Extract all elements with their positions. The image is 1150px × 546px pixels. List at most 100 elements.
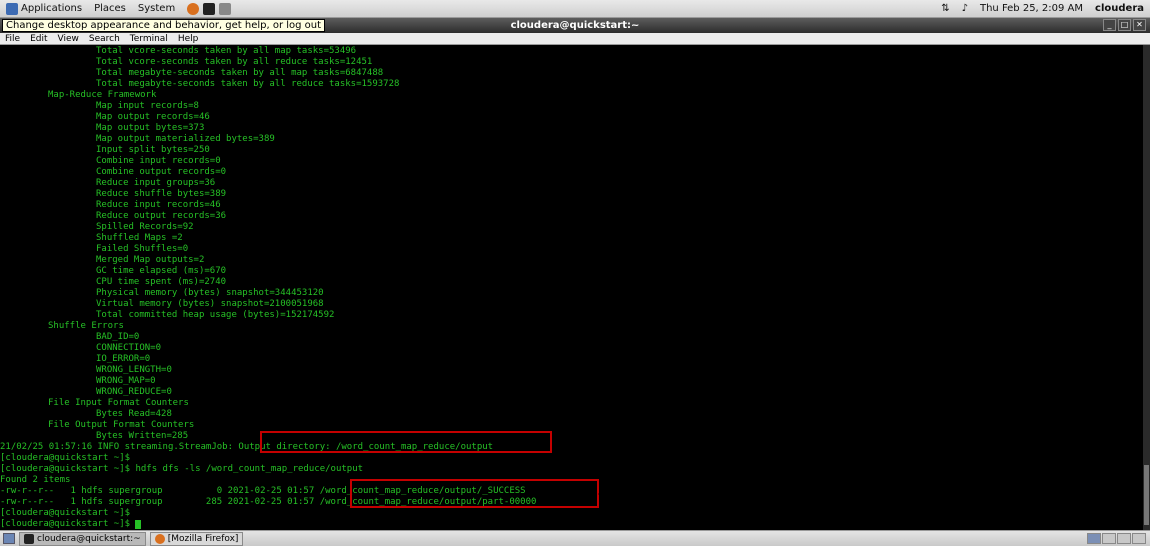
output-files-highlight [350,479,599,508]
output-file-annotation: Output text written into part-00000 file… [598,486,1091,502]
output-directory-annotation-text: Output directory created in HDFS [604,432,847,448]
terminal-line: Reduce input groups=36 [0,178,1143,189]
terminal-line: Shuffled Maps =2 [0,233,1143,244]
mail-launcher-icon[interactable] [219,2,232,15]
terminal-line: WRONG_MAP=0 [0,376,1143,387]
workspace-2[interactable] [1102,533,1116,544]
places-menu-label: Places [94,3,126,14]
window-title-bar[interactable]: cloudera@quickstart:~ Change desktop app… [0,18,1150,33]
terminal-line-text: CONNECTION=0 [96,343,162,353]
system-menu-label: System [137,3,176,14]
menu-search[interactable]: Search [84,33,125,44]
terminal-line-text: Reduce shuffle bytes=389 [96,189,227,199]
terminal-line-text: Input split bytes=250 [96,145,210,155]
show-desktop-icon[interactable] [3,533,15,544]
applications-menu[interactable]: Applications [0,2,88,15]
workspace-3[interactable] [1117,533,1131,544]
terminal-line-text: Shuffled Maps =2 [96,233,183,243]
terminal-line: CONNECTION=0 [0,343,1143,354]
terminal-line-text: Total committed heap usage (bytes)=15217… [96,310,335,320]
terminal-line: Total vcore-seconds taken by all map tas… [0,46,1143,57]
terminal-line: Failed Shuffles=0 [0,244,1143,255]
menu-terminal[interactable]: Terminal [125,33,173,44]
terminal-line: [cloudera@quickstart ~]$ [0,508,1143,519]
system-menu[interactable]: System [132,3,181,14]
terminal-line-text: Map input records=8 [96,101,199,111]
clock[interactable]: Thu Feb 25, 2:09 AM [974,3,1089,14]
terminal-line: File Input Format Counters [0,398,1143,409]
taskbar-firefox[interactable]: [Mozilla Firefox] [149,531,244,546]
terminal-line-text: Combine output records=0 [96,167,227,177]
terminal-line: [cloudera@quickstart ~]$ [0,453,1143,464]
terminal-line-text: Total vcore-seconds taken by all reduce … [96,57,373,67]
menu-view[interactable]: View [53,33,84,44]
workspace-1[interactable] [1087,533,1101,544]
terminal-line: Virtual memory (bytes) snapshot=21000519… [0,299,1143,310]
terminal-line: [cloudera@quickstart ~]$ [0,519,1143,530]
terminal-launcher-icon[interactable] [203,2,216,15]
terminal-line: BAD_ID=0 [0,332,1143,343]
terminal-line-text: GC time elapsed (ms)=670 [96,266,227,276]
close-button[interactable]: ✕ [1133,19,1146,31]
terminal-line: Input split bytes=250 [0,145,1143,156]
terminal-line-text: File Input Format Counters [48,398,189,408]
taskbar-firefox-label: [Mozilla Firefox] [167,533,239,544]
user-menu[interactable]: cloudera [1089,3,1150,14]
minimize-button[interactable]: _ [1103,19,1116,31]
terminal-output[interactable]: Total vcore-seconds taken by all map tas… [0,45,1143,530]
terminal-line: WRONG_LENGTH=0 [0,365,1143,376]
terminal-line: File Output Format Counters [0,420,1143,431]
menu-help[interactable]: Help [173,33,204,44]
bottom-panel: cloudera@quickstart:~ [Mozilla Firefox] [0,530,1150,546]
terminal-menu-bar: File Edit View Search Terminal Help [0,33,1150,45]
terminal-line: Reduce shuffle bytes=389 [0,189,1143,200]
maximize-button[interactable]: □ [1118,19,1131,31]
workspace-switcher[interactable] [1087,533,1146,544]
terminal-line-text: File Output Format Counters [48,420,195,430]
applications-menu-label: Applications [21,3,83,14]
taskbar-terminal[interactable]: cloudera@quickstart:~ [19,531,146,546]
terminal-line-text: Reduce input records=46 [96,200,221,210]
terminal-line: Map-Reduce Framework [0,90,1143,101]
gnome-foot-icon [6,2,18,15]
network-icon[interactable]: ⇅ [935,3,955,14]
terminal-line-text: Failed Shuffles=0 [96,244,189,254]
terminal-line: Map output materialized bytes=389 [0,134,1143,145]
terminal-line-text: [cloudera@quickstart ~]$ [0,519,136,529]
terminal-line-text: BAD_ID=0 [96,332,140,342]
places-menu[interactable]: Places [88,3,132,14]
menu-edit[interactable]: Edit [25,33,52,44]
terminal-line-text: Physical memory (bytes) snapshot=3444531… [96,288,324,298]
terminal-line-text: Map output bytes=373 [96,123,205,133]
terminal-line-text: Reduce input groups=36 [96,178,216,188]
terminal-line-text: Merged Map outputs=2 [96,255,205,265]
terminal-line: IO_ERROR=0 [0,354,1143,365]
menu-file[interactable]: File [0,33,25,44]
terminal-line: Map output records=46 [0,112,1143,123]
firefox-launcher-icon[interactable] [187,2,200,15]
scrollbar-thumb[interactable] [1144,465,1149,525]
terminal-line: Total megabyte-seconds taken by all redu… [0,79,1143,90]
terminal-line: Combine input records=0 [0,156,1143,167]
terminal-line-text: Combine input records=0 [96,156,221,166]
terminal-line-text: CPU time spent (ms)=2740 [96,277,227,287]
terminal-scrollbar[interactable] [1143,45,1150,530]
terminal-line-text: [cloudera@quickstart ~]$ hdfs dfs -ls /w… [0,464,364,474]
terminal-line: Physical memory (bytes) snapshot=3444531… [0,288,1143,299]
terminal-line: GC time elapsed (ms)=670 [0,266,1143,277]
output-directory-annotation: Output directory created in HDFS [558,432,847,448]
terminal-line-text: Total megabyte-seconds taken by all map … [96,68,384,78]
top-panel: Applications Places System ⇅ ♪ Thu Feb 2… [0,0,1150,18]
terminal-line: Total vcore-seconds taken by all reduce … [0,57,1143,68]
terminal-line-text: [cloudera@quickstart ~]$ [0,508,131,518]
terminal-line-text: Virtual memory (bytes) snapshot=21000519… [96,299,324,309]
terminal-line-text: Spilled Records=92 [96,222,194,232]
terminal-line-text: WRONG_MAP=0 [96,376,156,386]
terminal-line-text: Bytes Read=428 [96,409,172,419]
terminal-line: Spilled Records=92 [0,222,1143,233]
terminal-line-text: Found 2 items [0,475,71,485]
terminal-line: Bytes Read=428 [0,409,1143,420]
terminal-line: Reduce output records=36 [0,211,1143,222]
workspace-4[interactable] [1132,533,1146,544]
volume-icon[interactable]: ♪ [956,3,974,14]
